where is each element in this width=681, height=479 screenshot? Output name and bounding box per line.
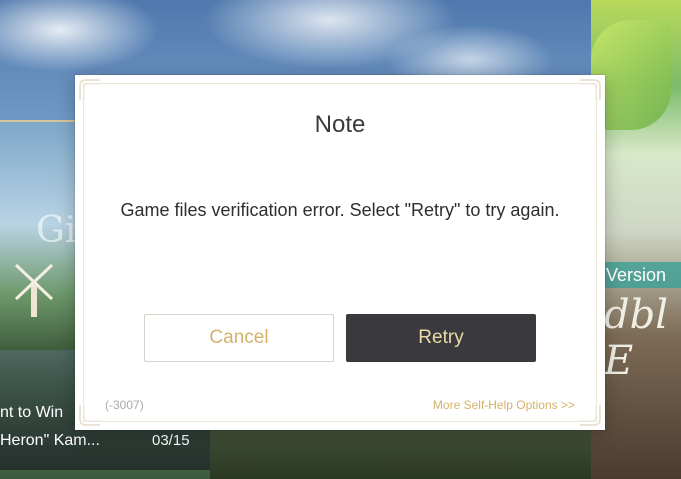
corner-ornament-icon <box>580 79 601 100</box>
retry-button[interactable]: Retry <box>346 314 536 362</box>
windmill-icon <box>14 263 54 317</box>
dialog-title: Note <box>314 111 366 138</box>
corner-ornament-icon <box>79 405 100 426</box>
version-banner: Version <box>600 262 681 288</box>
cancel-button[interactable]: Cancel <box>144 314 334 362</box>
news-item[interactable]: Heron" Kam... <box>0 432 100 450</box>
banner-title-fragment: Gi <box>36 210 77 251</box>
corner-ornament-icon <box>580 405 601 426</box>
dialog-message: Game files verification error. Select "R… <box>120 200 560 220</box>
corner-ornament-icon <box>79 79 100 100</box>
self-help-link[interactable]: More Self-Help Options >> <box>433 398 575 412</box>
news-date: 03/15 <box>152 432 190 449</box>
error-code: (-3007) <box>105 398 144 412</box>
news-item[interactable]: nt to Win <box>0 404 63 422</box>
banner-title-fragment-right: dbl E <box>604 292 669 384</box>
error-dialog: Note Game files verification error. Sele… <box>75 75 605 430</box>
event-banner-left: Gi <box>0 120 78 350</box>
